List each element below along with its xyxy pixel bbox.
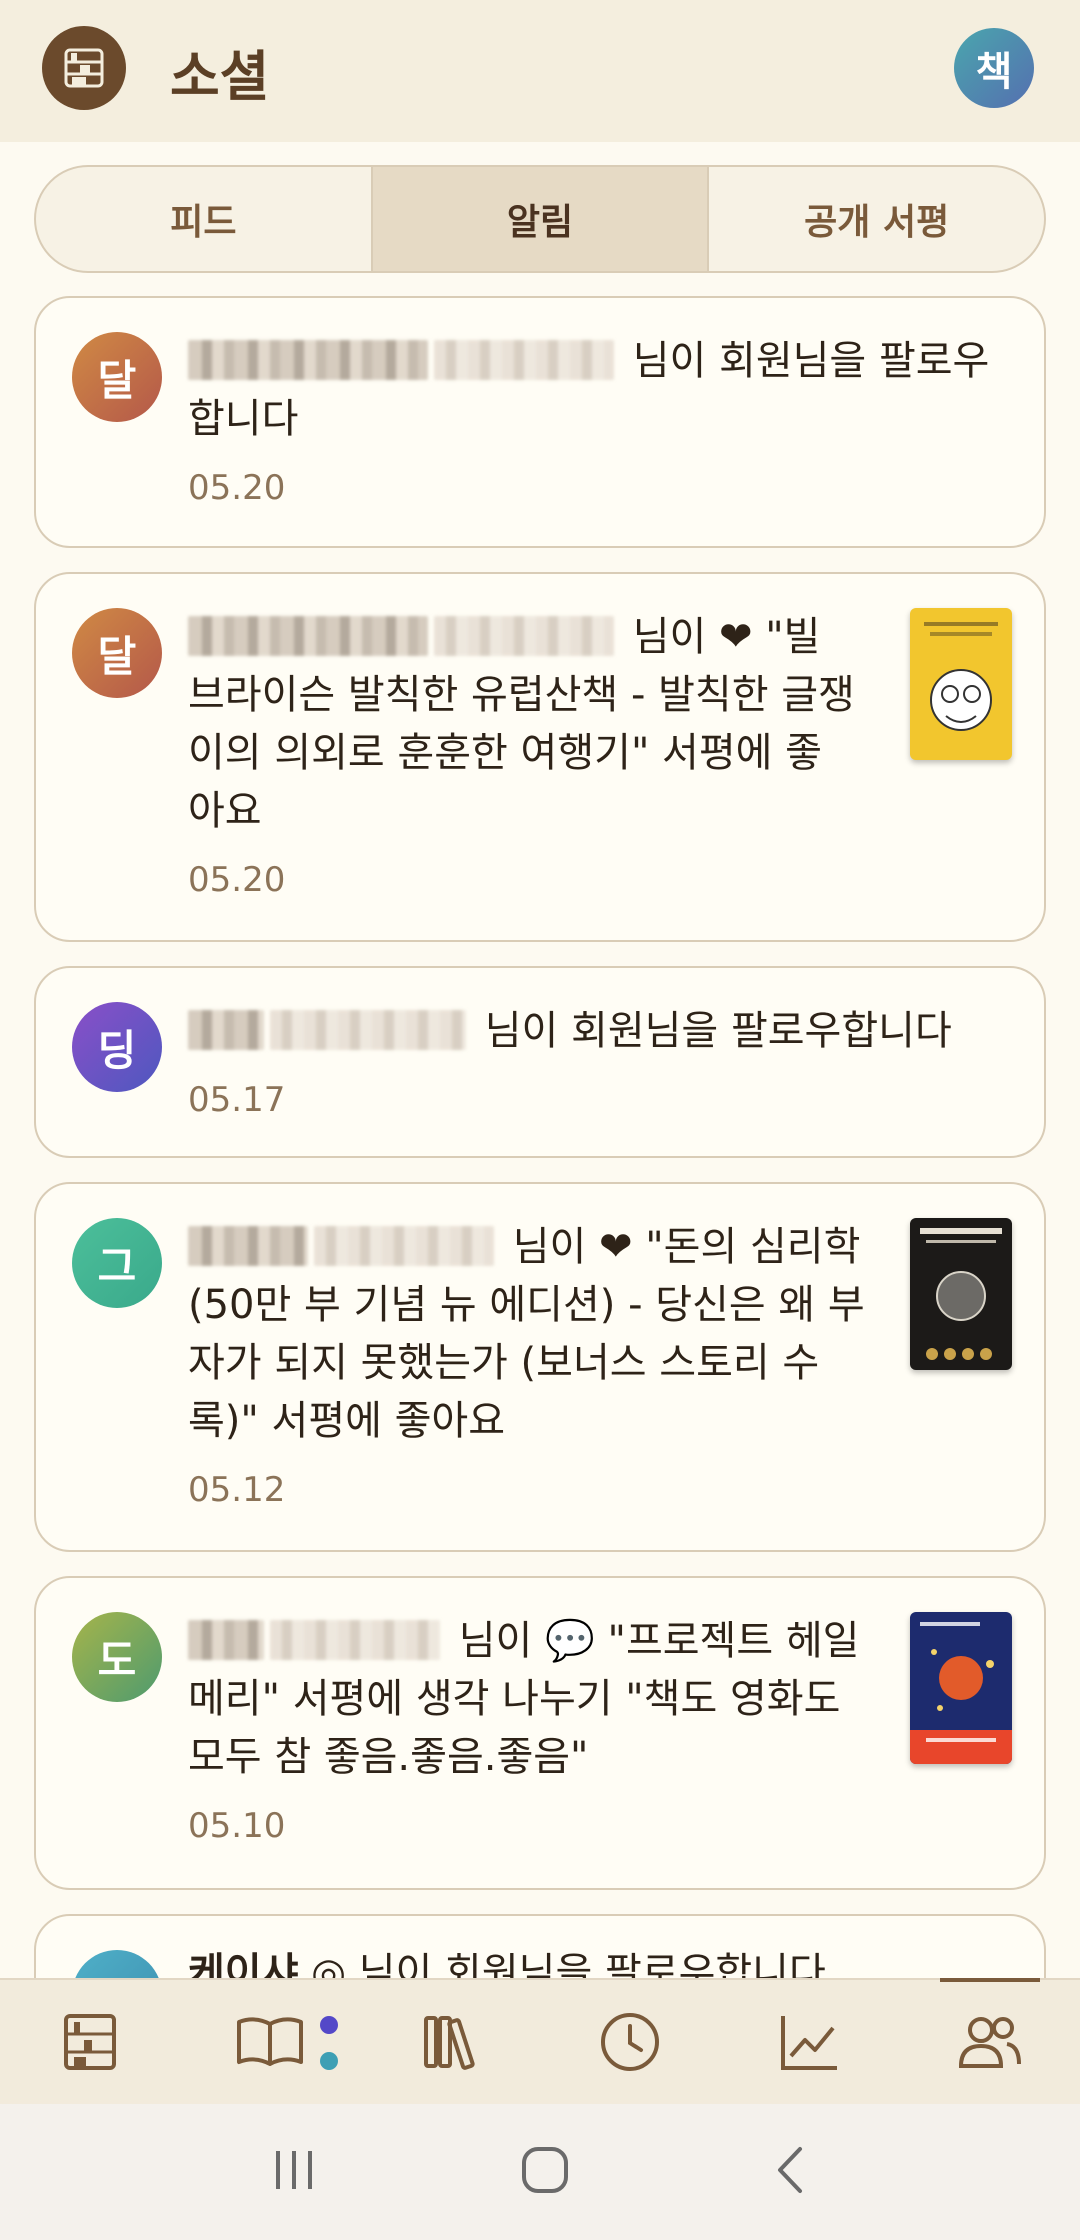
book-cover-psychology-of-money[interactable] — [910, 1218, 1012, 1370]
tab-feed[interactable]: 피드 — [36, 167, 371, 271]
menu-button[interactable] — [42, 26, 126, 110]
book-cover-illustration-icon — [910, 1622, 1012, 1764]
chart-icon — [781, 2016, 837, 2070]
book-cover-illustration-icon — [920, 1228, 1002, 1360]
bookshelf-icon — [64, 2014, 116, 2070]
blurred-userid — [270, 1010, 466, 1050]
nav-social[interactable] — [900, 1978, 1080, 2104]
blurred-userid — [314, 1226, 494, 1266]
blurred-userid — [434, 340, 614, 380]
clock-icon — [601, 2013, 659, 2071]
home-icon — [522, 2147, 568, 2193]
notification-text: 님이 ❤ "돈의 심리학 (50만 부 기념 뉴 에디션) - 당신은 왜 부 … — [188, 1224, 865, 1444]
notification-date: 05.17 — [188, 1080, 286, 1120]
notification-dot — [320, 2052, 338, 2070]
books-icon — [424, 2016, 475, 2070]
bottom-navigation — [0, 1978, 1080, 2104]
notification-card[interactable]: 딩 님이 회원님을 팔로우합니다 05.17 — [34, 966, 1046, 1158]
nav-history[interactable] — [540, 1980, 720, 2104]
notification-date: 05.20 — [188, 468, 286, 508]
notification-date: 05.20 — [188, 860, 286, 900]
system-navigation-bar — [0, 2104, 1080, 2240]
notification-text: 님이 회원님을 팔로우합니다 — [188, 1002, 952, 1060]
user-avatar: 딩 — [72, 1002, 162, 1092]
nav-stats[interactable] — [720, 1980, 900, 2104]
notification-date: 05.10 — [188, 1806, 286, 1846]
back-button[interactable] — [770, 2145, 810, 2199]
user-avatar: 도 — [72, 1612, 162, 1702]
blurred-username — [188, 1226, 308, 1266]
tab-public-reviews[interactable]: 공개 서평 — [707, 167, 1044, 271]
notification-text: 님이 💬 "프로젝트 헤일 메리" 서평에 생각 나누기 "책도 영화도 모두 … — [188, 1618, 860, 1780]
nav-library[interactable] — [360, 1980, 540, 2104]
blurred-userid — [434, 616, 614, 656]
bookshelf-menu-icon — [64, 48, 104, 88]
home-button[interactable] — [520, 2145, 570, 2199]
nav-reading[interactable] — [180, 1980, 360, 2104]
book-cover-bill-bryson[interactable] — [910, 608, 1012, 760]
back-icon — [778, 2147, 802, 2193]
book-open-icon — [237, 2017, 303, 2066]
nav-bookshelf[interactable] — [0, 1980, 180, 2104]
page-title: 소셜 — [170, 45, 270, 108]
recent-apps-icon — [276, 2151, 312, 2189]
book-cover-illustration-icon — [924, 622, 998, 731]
blurred-username — [188, 340, 428, 380]
blurred-username — [188, 616, 428, 656]
notification-date: 05.12 — [188, 1470, 286, 1510]
segmented-tabs: 피드 알림 공개 서평 — [34, 165, 1046, 273]
blurred-username — [188, 1010, 264, 1050]
user-avatar: 달 — [72, 332, 162, 422]
notification-card[interactable]: 도 님이 💬 "프로젝트 헤일 메리" 서평에 생각 나누기 "책도 영화도 모… — [34, 1576, 1046, 1890]
recent-apps-button[interactable] — [270, 2147, 320, 2197]
people-icon — [958, 2017, 1021, 2068]
app-header: 소셜 책 — [0, 0, 1080, 142]
notification-card[interactable]: 달 님이 회원님을 팔로우 합니다 05.20 — [34, 296, 1046, 548]
user-avatar: 달 — [72, 608, 162, 698]
notification-dot — [320, 2016, 338, 2034]
notification-text: 님이 ❤ "빌 브라이슨 발칙한 유럽산책 - 발칙한 글쟁 이의 의외로 훈훈… — [188, 614, 855, 834]
notification-text: 님이 회원님을 팔로우 합니다 — [188, 338, 990, 442]
notification-card[interactable]: 달 님이 ❤ "빌 브라이슨 발칙한 유럽산책 - 발칙한 글쟁 이의 의외로 … — [34, 572, 1046, 942]
notification-card[interactable]: 그 님이 ❤ "돈의 심리학 (50만 부 기념 뉴 에디션) - 당신은 왜 … — [34, 1182, 1046, 1552]
book-cover-project-hail-mary[interactable] — [910, 1612, 1012, 1764]
user-avatar: 그 — [72, 1218, 162, 1308]
blurred-username — [188, 1620, 264, 1660]
profile-avatar-button[interactable]: 책 — [954, 28, 1034, 108]
tab-notifications[interactable]: 알림 — [370, 167, 708, 271]
blurred-userid — [270, 1620, 440, 1660]
